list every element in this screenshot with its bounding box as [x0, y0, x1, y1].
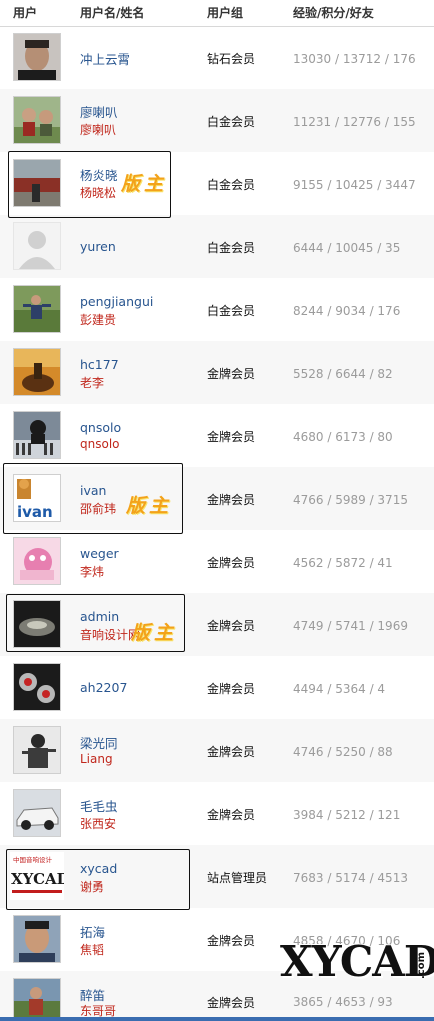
user-group: 白金会员	[207, 241, 256, 255]
avatar[interactable]	[13, 663, 61, 711]
user-group: 金牌会员	[207, 619, 256, 633]
table-row: 廖喇叭 廖喇叭 白金会员 11231 / 12776 / 155	[0, 89, 434, 152]
user-group: 金牌会员	[207, 430, 256, 444]
moderator-highlight-box	[6, 594, 185, 652]
real-name: 焦韬	[80, 943, 105, 957]
user-group: 金牌会员	[207, 493, 256, 507]
avatar[interactable]	[13, 726, 61, 774]
user-stats: 6444 / 10045 / 35	[293, 241, 401, 255]
user-group: 钻石会员	[207, 52, 256, 66]
user-stats: 11231 / 12776 / 155	[293, 115, 416, 129]
user-group: 金牌会员	[207, 682, 256, 696]
moderator-highlight-box	[8, 151, 171, 218]
username-link[interactable]: hc177	[80, 357, 119, 372]
avatar[interactable]	[13, 348, 61, 396]
username-link[interactable]: 梁光同	[80, 733, 118, 752]
user-group: 金牌会员	[207, 556, 256, 570]
avatar[interactable]	[13, 222, 61, 270]
username-link[interactable]: qnsolo	[80, 420, 121, 435]
user-group: 白金会员	[207, 304, 256, 318]
user-stats: 3984 / 5212 / 121	[293, 808, 401, 822]
username-link[interactable]: 廖喇叭	[80, 102, 118, 121]
user-stats: 5528 / 6644 / 82	[293, 367, 393, 381]
user-group: 金牌会员	[207, 996, 256, 1010]
real-name: 彭建贵	[80, 313, 117, 327]
user-group: 金牌会员	[207, 934, 256, 948]
watermark-text: XYCAD	[280, 937, 434, 986]
real-name: 老李	[80, 376, 105, 390]
user-stats: 9155 / 10425 / 3447	[293, 178, 416, 192]
bottom-border	[0, 1017, 434, 1021]
user-group: 金牌会员	[207, 745, 256, 759]
real-name: 廖喇叭	[80, 123, 117, 137]
table-row: 冲上云霄 钻石会员 13030 / 13712 / 176	[0, 26, 434, 89]
user-stats: 3865 / 4653 / 93	[293, 995, 393, 1009]
table-row: ah2207 金牌会员 4494 / 5364 / 4	[0, 656, 434, 719]
table-row: 毛毛虫 张西安 金牌会员 3984 / 5212 / 121	[0, 782, 434, 845]
moderator-highlight-box	[3, 463, 183, 534]
watermark-suffix: .com	[416, 951, 427, 979]
username-link[interactable]: 冲上云霄	[80, 49, 130, 68]
username-link[interactable]: 拓海	[80, 922, 105, 941]
real-name: 李炜	[80, 565, 105, 579]
user-group: 站点管理员	[207, 871, 268, 885]
admin-highlight-box	[6, 849, 190, 910]
user-stats: 4562 / 5872 / 41	[293, 556, 393, 570]
table-row: pengjiangui 彭建贵 白金会员 8244 / 9034 / 176	[0, 278, 434, 341]
username-link[interactable]: weger	[80, 546, 119, 561]
user-stats: 4680 / 6173 / 80	[293, 430, 393, 444]
table-row: yuren 白金会员 6444 / 10045 / 35	[0, 215, 434, 278]
user-stats: 4749 / 5741 / 1969	[293, 619, 408, 633]
avatar[interactable]	[13, 285, 61, 333]
real-name: 张西安	[80, 817, 117, 831]
avatar[interactable]	[13, 915, 61, 963]
avatar[interactable]	[13, 96, 61, 144]
header-name: 用户名/姓名	[80, 6, 145, 20]
avatar[interactable]	[13, 33, 61, 81]
avatar[interactable]	[13, 537, 61, 585]
user-stats: 8244 / 9034 / 176	[293, 304, 401, 318]
user-stats: 4746 / 5250 / 88	[293, 745, 393, 759]
real-name: Liang	[80, 752, 113, 766]
user-group: 白金会员	[207, 178, 256, 192]
avatar[interactable]	[13, 411, 61, 459]
header-group: 用户组	[207, 6, 244, 20]
avatar[interactable]	[13, 789, 61, 837]
table-row: weger 李炜 金牌会员 4562 / 5872 / 41	[0, 530, 434, 593]
username-link[interactable]: pengjiangui	[80, 294, 153, 309]
user-stats: 4494 / 5364 / 4	[293, 682, 386, 696]
avatar[interactable]	[13, 978, 61, 1018]
table-row: hc177 老李 金牌会员 5528 / 6644 / 82	[0, 341, 434, 404]
user-group: 白金会员	[207, 115, 256, 129]
user-stats: 13030 / 13712 / 176	[293, 52, 416, 66]
username-link[interactable]: ah2207	[80, 680, 127, 695]
user-group: 金牌会员	[207, 367, 256, 381]
user-stats: 4766 / 5989 / 3715	[293, 493, 408, 507]
user-stats: 7683 / 5174 / 4513	[293, 871, 408, 885]
table-row: qnsolo qnsolo 金牌会员 4680 / 6173 / 80	[0, 404, 434, 467]
xycad-watermark: XYCAD .com	[280, 935, 434, 997]
username-link[interactable]: yuren	[80, 239, 116, 254]
header-user: 用户	[13, 6, 38, 20]
real-name: qnsolo	[80, 437, 120, 451]
user-group: 金牌会员	[207, 808, 256, 822]
table-header: 用户 用户名/姓名 用户组 经验/积分/好友	[0, 0, 434, 27]
username-link[interactable]: 毛毛虫	[80, 796, 118, 815]
table-row: 梁光同 Liang 金牌会员 4746 / 5250 / 88	[0, 719, 434, 782]
header-stats: 经验/积分/好友	[293, 6, 374, 20]
